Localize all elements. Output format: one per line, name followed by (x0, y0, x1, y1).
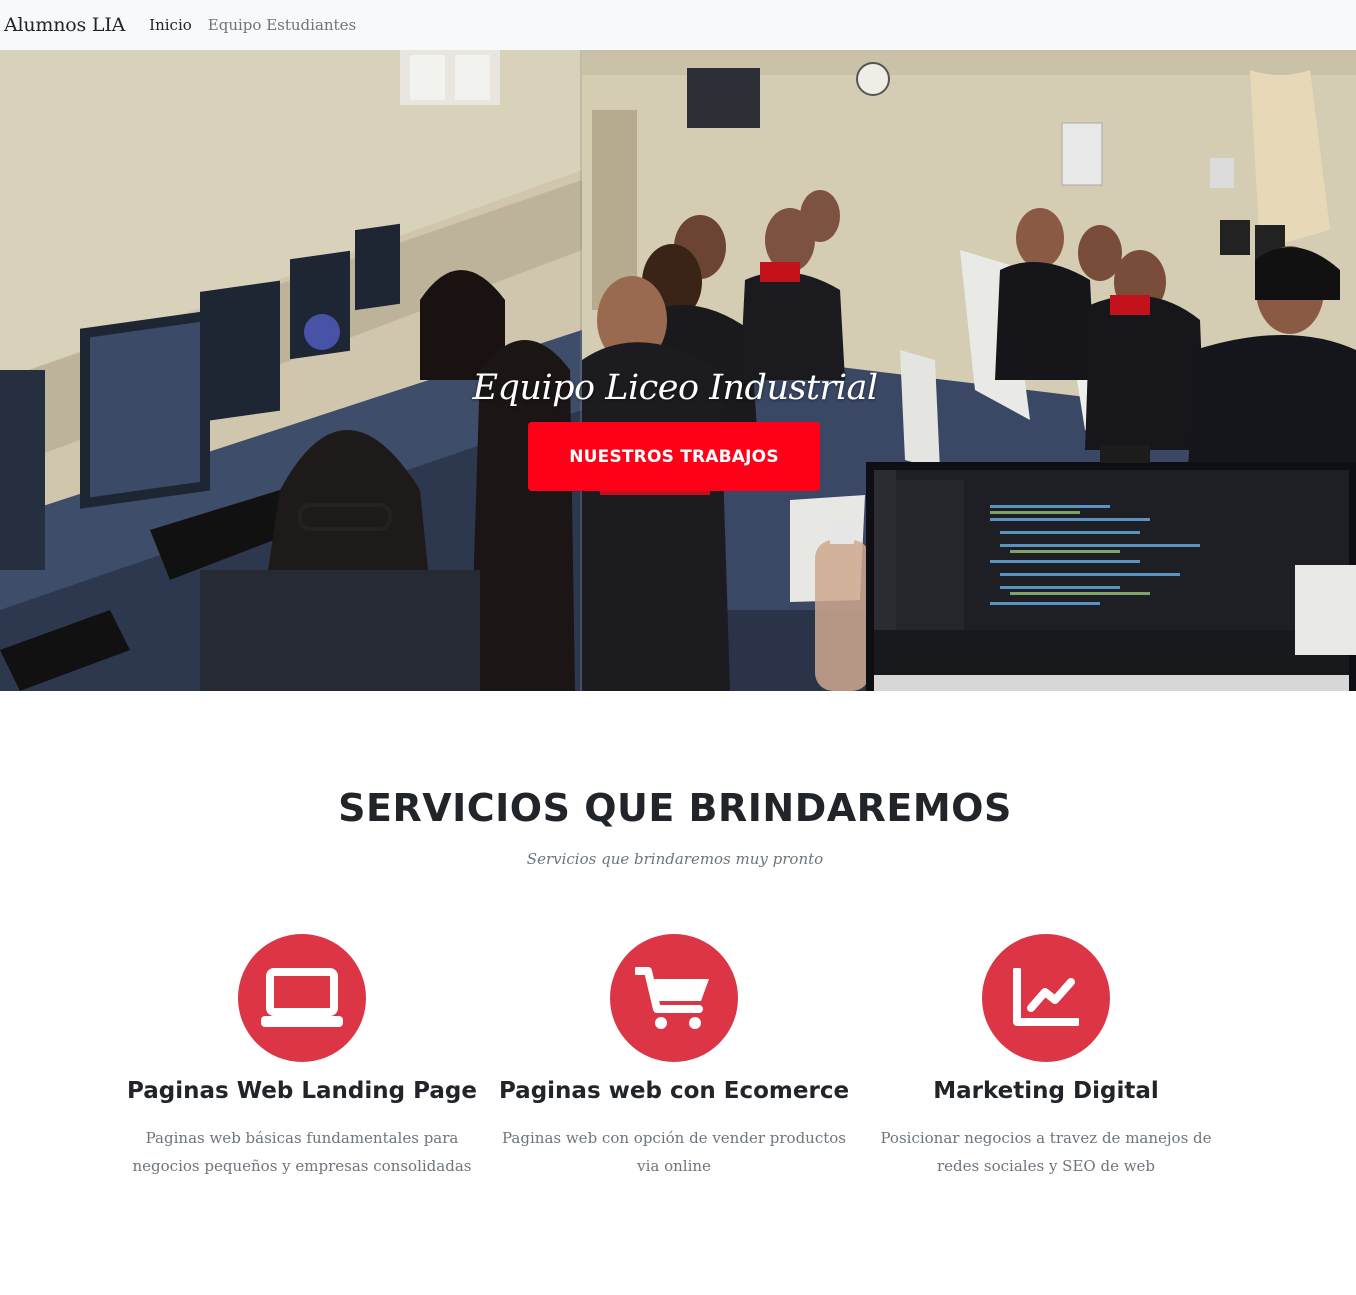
shopping-cart-icon (610, 934, 738, 1062)
service-card-landing-page: Paginas Web Landing Page Paginas web bás… (116, 934, 488, 1180)
laptop-icon (238, 934, 366, 1062)
navbar: Alumnos LIA Inicio Equipo Estudiantes (0, 0, 1356, 50)
nuestros-trabajos-button[interactable]: NUESTROS TRABAJOS (528, 422, 820, 491)
service-description: Paginas web con opción de vender product… (502, 1129, 846, 1175)
chart-line-icon (982, 934, 1110, 1062)
service-card-marketing: Marketing Digital Posicionar negocios a … (860, 934, 1232, 1180)
services-subtitle: Servicios que brindaremos muy pronto (526, 850, 824, 868)
service-description: Posicionar negocios a travez de manejos … (880, 1129, 1212, 1175)
services-title: SERVICIOS QUE BRINDAREMOS (338, 786, 1012, 830)
nav-link-inicio[interactable]: Inicio (149, 16, 192, 34)
service-title: Marketing Digital (933, 1078, 1159, 1104)
nav-link-equipo-estudiantes[interactable]: Equipo Estudiantes (208, 16, 356, 34)
service-description: Paginas web básicas fundamentales para n… (132, 1129, 472, 1175)
hero-section: Equipo Liceo Industrial NUESTROS TRABAJO… (0, 50, 1356, 691)
brand-link[interactable]: Alumnos LIA (4, 14, 125, 36)
service-title: Paginas web con Ecomerce (498, 1078, 850, 1104)
hero-title: Equipo Liceo Industrial (472, 368, 878, 408)
service-card-ecommerce: Paginas web con Ecomerce Paginas web con… (488, 934, 860, 1180)
service-title: Paginas Web Landing Page (127, 1078, 477, 1104)
